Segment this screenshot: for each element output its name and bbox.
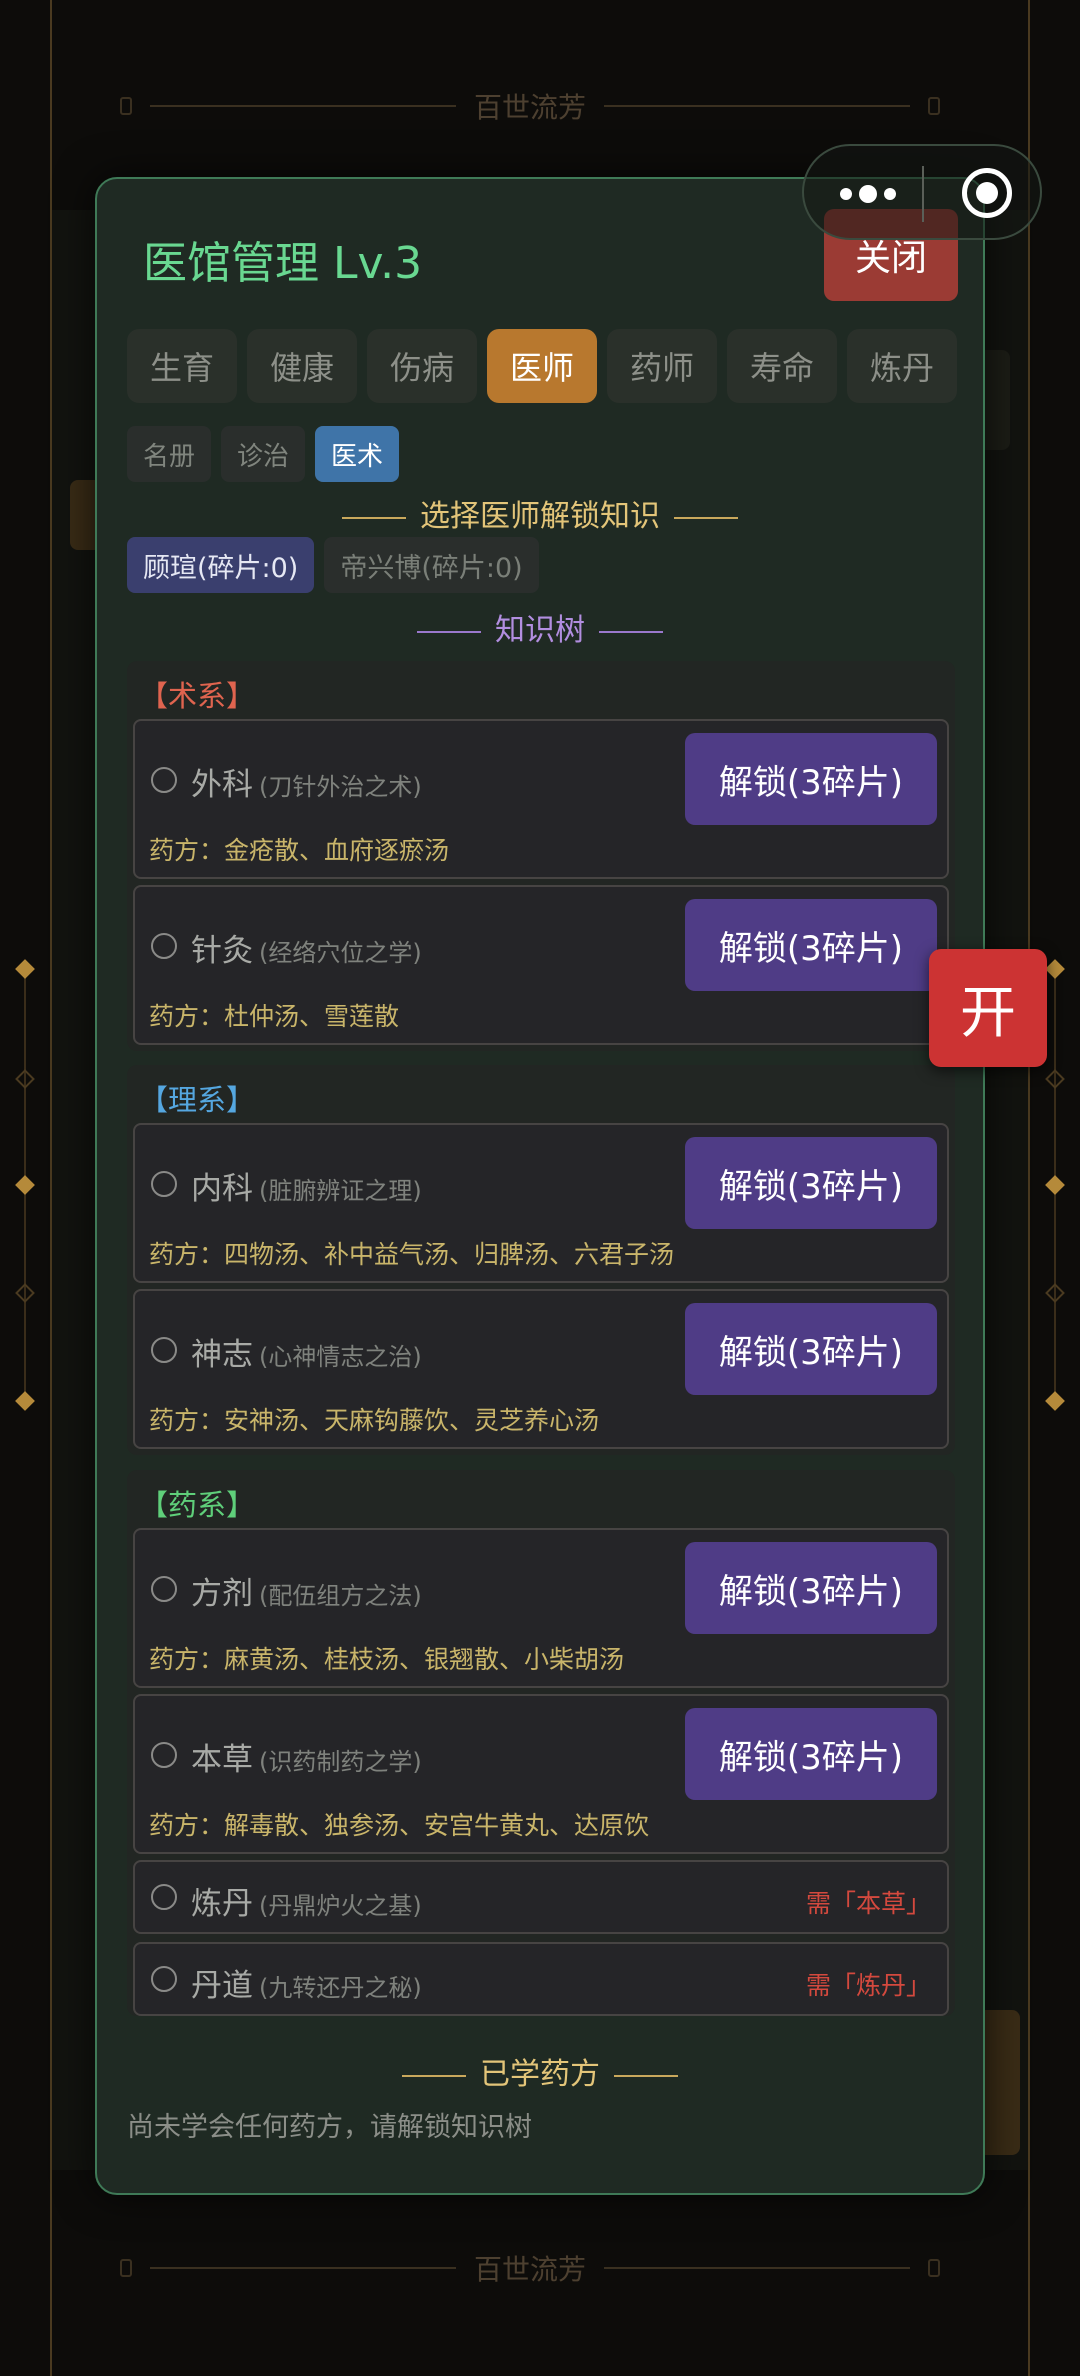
skill-name: 针灸 (经络穴位之学): [191, 933, 422, 969]
diamond-outline-icon: [1045, 1283, 1065, 1303]
requirement-label: 需「本草」: [805, 1889, 931, 1918]
open-button[interactable]: 开: [929, 949, 1047, 1067]
skill-recipes: 药方：杜仲汤、雪莲散: [149, 1002, 400, 1031]
unlock-button[interactable]: 解锁(3碎片): [685, 1137, 937, 1229]
subtab-medical-skill[interactable]: 医术: [315, 426, 400, 482]
learned-recipes-heading: 已学药方: [97, 2049, 983, 2093]
group-title: 【药系】: [139, 1488, 256, 1522]
bottom-banner: 百世流芳: [120, 2238, 941, 2298]
diamond-outline-icon: [1045, 1069, 1065, 1089]
skill-group-technique: 【术系】 外科 (刀针外治之术) 药方：金疮散、血府逐瘀汤 解锁(3碎片) 针灸(…: [127, 661, 955, 1051]
unlock-button[interactable]: 解锁(3碎片): [685, 899, 937, 991]
skill-recipes: 药方：麻黄汤、桂枝汤、银翘散、小柴胡汤: [149, 1645, 625, 1674]
skill-recipes: 药方：安神汤、天麻钩藤饮、灵芝养心汤: [149, 1406, 600, 1435]
banner-cap-icon: [928, 2259, 941, 2277]
select-doctor-heading: 选择医师解锁知识: [97, 491, 983, 535]
diamond-outline-icon: [15, 1283, 35, 1303]
tab-doctor[interactable]: 医师: [487, 329, 597, 403]
more-icon[interactable]: [838, 180, 898, 208]
radio-icon[interactable]: [151, 1337, 177, 1363]
tab-birth[interactable]: 生育: [127, 329, 237, 403]
requirement-label: 需「炼丹」: [805, 1971, 931, 2000]
skill-name: 外科 (刀针外治之术): [191, 767, 422, 803]
group-title: 【术系】: [139, 679, 256, 713]
skill-recipes: 药方：四物汤、补中益气汤、归脾汤、六君子汤: [149, 1240, 675, 1269]
unlock-button[interactable]: 解锁(3碎片): [685, 1542, 937, 1634]
app-screen: 百世流芳 百世流芳 医馆管理 Lv.3 关闭 生育 健康 伤病 医师 药师 寿命…: [0, 0, 1080, 2376]
skill-name: 方剂 (配伍组方之法): [191, 1576, 422, 1612]
unlock-button[interactable]: 解锁(3碎片): [685, 1303, 937, 1395]
left-side-ornament: [8, 950, 42, 1430]
doctor-option[interactable]: 顾瑄(碎片:0): [127, 537, 315, 593]
banner-divider: [604, 2267, 911, 2269]
skill-card: 本草 (识药制药之学) 药方：解毒散、独参汤、安宫牛黄丸、达原饮 解锁(3碎片): [133, 1694, 949, 1854]
capsule-divider: [922, 166, 924, 222]
skill-card: 针灸 (经络穴位之学) 药方：杜仲汤、雪莲散 解锁(3碎片): [133, 885, 949, 1045]
unlock-button[interactable]: 解锁(3碎片): [685, 733, 937, 825]
skill-name: 神志 (心神情志之治): [191, 1337, 422, 1373]
doctor-option[interactable]: 帝兴博(碎片:0): [324, 537, 539, 593]
radio-icon[interactable]: [151, 767, 177, 793]
subtab-treatment[interactable]: 诊治: [221, 426, 306, 482]
frame-border-right: [1028, 0, 1030, 2376]
top-banner-text: 百世流芳: [474, 91, 587, 124]
clinic-management-modal: 医馆管理 Lv.3 关闭 生育 健康 伤病 医师 药师 寿命 炼丹 名册 诊治 …: [95, 177, 985, 2195]
skill-name: 丹道 (九转还丹之秘): [191, 1968, 422, 2004]
banner-divider: [604, 105, 911, 107]
bottom-banner-text: 百世流芳: [474, 2253, 587, 2286]
locked-skill-card: 炼丹 (丹鼎炉火之基) 需「本草」: [133, 1860, 949, 1934]
diamond-icon: [15, 959, 35, 979]
group-title: 【理系】: [139, 1083, 256, 1117]
diamond-outline-icon: [15, 1069, 35, 1089]
skill-name: 内科 (脏腑辨证之理): [191, 1171, 422, 1207]
banner-cap-icon: [120, 2259, 132, 2277]
tab-pharmacist[interactable]: 药师: [607, 329, 717, 403]
diamond-icon: [1045, 959, 1065, 979]
skill-recipes: 药方：金疮散、血府逐瘀汤: [149, 836, 450, 865]
learned-recipes-empty: 尚未学会任何药方，请解锁知识树: [127, 2112, 532, 2143]
radio-icon[interactable]: [151, 1742, 177, 1768]
banner-cap-icon: [120, 97, 132, 115]
skill-group-theory: 【理系】 内科 (脏腑辨证之理) 药方：四物汤、补中益气汤、归脾汤、六君子汤 解锁…: [127, 1065, 955, 1455]
unlock-button[interactable]: 解锁(3碎片): [685, 1708, 937, 1800]
radio-icon[interactable]: [151, 933, 177, 959]
tab-alchemy[interactable]: 炼丹: [847, 329, 957, 403]
radio-icon: [151, 1966, 177, 1992]
skill-card: 方剂 (配伍组方之法) 药方：麻黄汤、桂枝汤、银翘散、小柴胡汤 解锁(3碎片): [133, 1528, 949, 1688]
diamond-icon: [1045, 1175, 1065, 1195]
skill-card: 外科 (刀针外治之术) 药方：金疮散、血府逐瘀汤 解锁(3碎片): [133, 719, 949, 879]
radio-icon[interactable]: [151, 1171, 177, 1197]
exit-target-icon[interactable]: [962, 168, 1012, 218]
tab-health[interactable]: 健康: [247, 329, 357, 403]
subtab-roster[interactable]: 名册: [127, 426, 212, 482]
tab-injury[interactable]: 伤病: [367, 329, 477, 403]
locked-skill-card: 丹道 (九转还丹之秘) 需「炼丹」: [133, 1942, 949, 2016]
diamond-icon: [1045, 1391, 1065, 1411]
main-tabs: 生育 健康 伤病 医师 药师 寿命 炼丹: [127, 329, 957, 403]
radio-icon[interactable]: [151, 1576, 177, 1602]
skill-card: 内科 (脏腑辨证之理) 药方：四物汤、补中益气汤、归脾汤、六君子汤 解锁(3碎片): [133, 1123, 949, 1283]
banner-divider: [150, 105, 456, 107]
miniprogram-capsule: [802, 144, 1042, 240]
skill-card: 神志 (心神情志之治) 药方：安神汤、天麻钩藤饮、灵芝养心汤 解锁(3碎片): [133, 1289, 949, 1449]
skill-name: 本草 (识药制药之学): [191, 1742, 422, 1778]
skill-group-medicine: 【药系】 方剂 (配伍组方之法) 药方：麻黄汤、桂枝汤、银翘散、小柴胡汤 解锁(3…: [127, 1470, 955, 2016]
sub-tabs: 名册 诊治 医术: [127, 426, 400, 482]
knowledge-tree-heading: 知识树: [97, 605, 983, 649]
tab-lifespan[interactable]: 寿命: [727, 329, 837, 403]
top-banner: 百世流芳: [120, 76, 941, 136]
radio-icon: [151, 1884, 177, 1910]
modal-title: 医馆管理 Lv.3: [143, 238, 423, 289]
banner-divider: [150, 2267, 456, 2269]
diamond-icon: [15, 1391, 35, 1411]
banner-cap-icon: [928, 97, 941, 115]
skill-name: 炼丹 (丹鼎炉火之基): [191, 1886, 422, 1922]
skill-recipes: 药方：解毒散、独参汤、安宫牛黄丸、达原饮: [149, 1811, 650, 1840]
doctor-selector: 顾瑄(碎片:0) 帝兴博(碎片:0): [127, 537, 539, 593]
diamond-icon: [15, 1175, 35, 1195]
